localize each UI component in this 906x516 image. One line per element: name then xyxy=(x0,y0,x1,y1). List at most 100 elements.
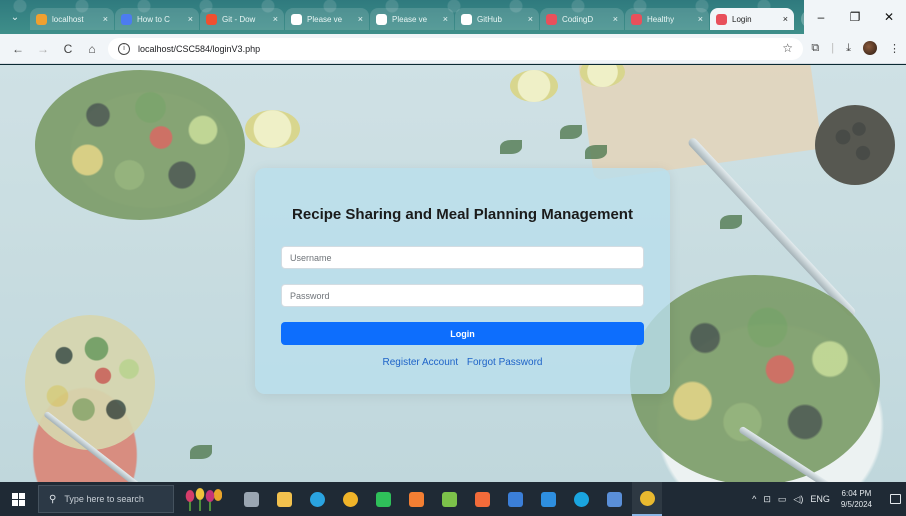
browser-tab[interactable]: localhost × xyxy=(30,8,114,30)
tab-title: GitHub xyxy=(477,14,502,24)
browser-menu-icon[interactable]: ⋮ xyxy=(889,42,900,55)
site-info-icon[interactable]: i xyxy=(118,43,130,55)
browser-toolbar: ← → C ⌂ i localhost/CSC584/loginV3.php ☆… xyxy=(0,34,906,64)
tab-close-icon[interactable]: × xyxy=(358,14,363,24)
home-icon[interactable]: ⌂ xyxy=(84,41,100,57)
password-input[interactable] xyxy=(281,284,644,307)
tab-title: Healthy xyxy=(647,14,675,24)
browser-tab-strip: ⌄ localhost × How to C × Git - Dow × Please ve… xyxy=(0,0,906,34)
postman-icon xyxy=(474,491,490,507)
tab-favicon-icon xyxy=(376,13,387,25)
maximize-button[interactable]: ❐ xyxy=(838,0,872,34)
windows-taskbar: ⚲ Type here to search ^ ⊡ ▭ ◁) ENG 6:04 … xyxy=(0,482,906,516)
tab-title: Please ve xyxy=(307,14,343,24)
windows-logo-icon xyxy=(11,492,25,506)
taskbar-app-chrome[interactable] xyxy=(632,482,662,516)
profile-avatar[interactable] xyxy=(863,41,877,55)
taskbar-app-chrome-canary[interactable] xyxy=(335,482,365,516)
taskbar-app-vscode[interactable] xyxy=(533,482,563,516)
tab-close-icon[interactable]: × xyxy=(613,14,618,24)
window-controls: – ❐ ✕ xyxy=(804,0,906,34)
minimize-button[interactable]: – xyxy=(804,0,838,34)
volume-icon[interactable]: ◁) xyxy=(793,494,803,505)
taskbar-app-file-explorer[interactable] xyxy=(269,482,299,516)
login-card: Recipe Sharing and Meal Planning Managem… xyxy=(255,168,670,394)
tab-title: How to C xyxy=(137,14,170,24)
network-icon[interactable]: ⊡ xyxy=(763,494,771,505)
telegram-icon xyxy=(309,491,325,507)
back-arrow-icon[interactable]: ← xyxy=(10,41,26,57)
chrome-icon xyxy=(639,490,655,506)
taskbar-app-android-studio[interactable] xyxy=(434,482,464,516)
tab-favicon-icon xyxy=(546,13,557,25)
account-links: Register Account Forgot Password xyxy=(255,357,670,368)
tab-close-icon[interactable]: × xyxy=(698,14,703,24)
address-bar[interactable]: i localhost/CSC584/loginV3.php ☆ xyxy=(108,38,803,60)
taskbar-app-edge[interactable] xyxy=(566,482,596,516)
tab-search-chevron-icon[interactable]: ⌄ xyxy=(8,11,22,25)
tab-close-icon[interactable]: × xyxy=(783,14,788,24)
xampp-icon xyxy=(408,491,424,507)
tab-title: Login xyxy=(732,14,752,24)
page-title: Recipe Sharing and Meal Planning Managem… xyxy=(292,206,633,223)
username-input[interactable] xyxy=(281,246,644,269)
battery-icon[interactable]: ▭ xyxy=(778,494,787,505)
toolbar-actions: ⧉ | ⤓ ⋮ xyxy=(811,41,900,55)
downloads-icon[interactable]: ⤓ xyxy=(846,42,851,55)
taskbar-app-postman[interactable] xyxy=(467,482,497,516)
tab-close-icon[interactable]: × xyxy=(273,14,278,24)
tab-close-icon[interactable]: × xyxy=(443,14,448,24)
browser-tab[interactable]: Please ve × xyxy=(285,8,369,30)
file-explorer-icon xyxy=(276,491,292,507)
address-url[interactable]: localhost/CSC584/loginV3.php xyxy=(138,44,260,54)
browser-tab[interactable]: How to C × xyxy=(115,8,199,30)
taskbar-app-docker[interactable] xyxy=(500,482,530,516)
browser-tab[interactable]: CodingD × xyxy=(540,8,624,30)
browser-tab[interactable]: GitHub × xyxy=(455,8,539,30)
extensions-icon[interactable]: ⧉ xyxy=(811,42,819,55)
whatsapp-icon xyxy=(375,491,391,507)
forward-arrow-icon[interactable]: → xyxy=(35,41,51,57)
taskbar-search-placeholder: Type here to search xyxy=(64,494,144,504)
close-window-button[interactable]: ✕ xyxy=(872,0,906,34)
start-button[interactable] xyxy=(0,482,36,516)
tab-close-icon[interactable]: × xyxy=(528,14,533,24)
notification-center-icon[interactable] xyxy=(884,482,906,516)
tab-list: localhost × How to C × Git - Dow × Please ve × P… xyxy=(30,8,819,32)
browser-tab[interactable]: Login × xyxy=(710,8,794,30)
login-page: Recipe Sharing and Meal Planning Managem… xyxy=(0,65,906,482)
android-studio-icon xyxy=(441,491,457,507)
toolbar-separator: | xyxy=(831,42,835,54)
register-account-link[interactable]: Register Account xyxy=(383,357,459,368)
vscode-icon xyxy=(540,491,556,507)
browser-tab[interactable]: Please ve × xyxy=(370,8,454,30)
taskbar-app-task-view[interactable] xyxy=(236,482,266,516)
bookmark-star-icon[interactable]: ☆ xyxy=(782,41,793,55)
browser-tab[interactable]: Git - Dow × xyxy=(200,8,284,30)
tab-close-icon[interactable]: × xyxy=(188,14,193,24)
task-view-icon xyxy=(243,491,259,507)
tab-favicon-icon xyxy=(461,13,472,25)
forgot-password-link[interactable]: Forgot Password xyxy=(467,357,543,368)
clock-date: 9/5/2024 xyxy=(840,500,872,509)
tray-chevron-icon[interactable]: ^ xyxy=(752,494,756,504)
tab-title: Git - Dow xyxy=(222,14,256,24)
chrome-canary-icon xyxy=(342,491,358,507)
browser-tab[interactable]: Healthy × xyxy=(625,8,709,30)
reload-icon[interactable]: C xyxy=(60,41,76,57)
language-indicator[interactable]: ENG xyxy=(810,494,830,504)
taskbar-app-xampp[interactable] xyxy=(401,482,431,516)
taskbar-clock[interactable]: 6:04 PM 9/5/2024 xyxy=(841,488,872,510)
tab-close-icon[interactable]: × xyxy=(103,14,108,24)
edge-icon xyxy=(573,491,589,507)
taskbar-app-telegram[interactable] xyxy=(302,482,332,516)
login-button[interactable]: Login xyxy=(281,322,644,345)
taskbar-app-whatsapp[interactable] xyxy=(368,482,398,516)
docker-icon xyxy=(507,491,523,507)
taskbar-search-box[interactable]: ⚲ Type here to search xyxy=(38,485,174,513)
tab-favicon-icon xyxy=(121,13,132,25)
taskbar-apps xyxy=(236,482,665,516)
tab-favicon-icon xyxy=(631,13,642,25)
tulips-widget-icon[interactable] xyxy=(182,487,222,511)
taskbar-app-virtualbox[interactable] xyxy=(599,482,629,516)
